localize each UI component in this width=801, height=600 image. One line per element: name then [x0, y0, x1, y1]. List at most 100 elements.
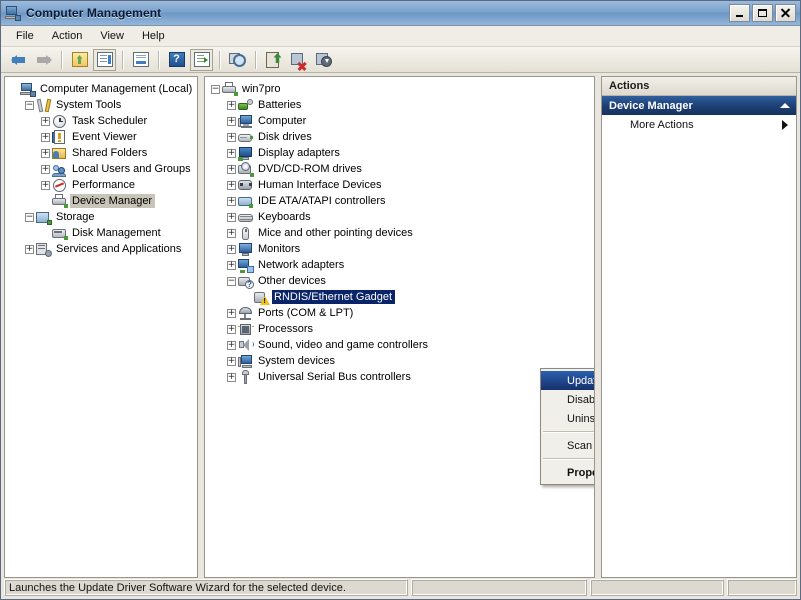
- console-tree-row[interactable]: Computer Management (Local): [5, 81, 197, 97]
- expand-icon[interactable]: +: [227, 196, 236, 206]
- device-tree-row[interactable]: RNDIS/Ethernet Gadget: [205, 289, 594, 305]
- console-tree-row[interactable]: + Local Users and Groups: [5, 161, 197, 177]
- title-bar[interactable]: Computer Management: [1, 1, 800, 26]
- context-menu-item[interactable]: Update Driver Software...: [541, 371, 594, 390]
- toolbar-separator-3: [158, 50, 159, 69]
- expand-icon[interactable]: +: [227, 372, 236, 382]
- device-tree-item-label: Human Interface Devices: [258, 179, 382, 191]
- device-tree-row[interactable]: + Human Interface Devices: [205, 177, 594, 193]
- console-tree-row[interactable]: + Event Viewer: [5, 129, 197, 145]
- context-menu-item[interactable]: Disable: [541, 390, 594, 409]
- expand-icon[interactable]: +: [227, 260, 236, 270]
- expand-icon[interactable]: +: [41, 132, 50, 142]
- expand-icon[interactable]: +: [227, 148, 236, 158]
- device-tree-row[interactable]: −? Other devices: [205, 273, 594, 289]
- device-tree-row[interactable]: + Ports (COM & LPT): [205, 305, 594, 321]
- expand-icon[interactable]: +: [41, 180, 50, 190]
- expand-icon[interactable]: +: [227, 324, 236, 334]
- device-tree-item-label: Keyboards: [258, 211, 311, 223]
- show-hide-console-tree-icon[interactable]: [93, 48, 116, 71]
- collapse-icon[interactable]: −: [25, 100, 34, 110]
- menu-bar: File Action View Help: [1, 26, 800, 47]
- console-tree-row[interactable]: + Task Scheduler: [5, 113, 197, 129]
- update-driver-software-icon[interactable]: [262, 49, 285, 71]
- device-tree-row[interactable]: + Network adapters: [205, 257, 594, 273]
- device-tree-row[interactable]: + System devices: [205, 353, 594, 369]
- menu-item-view[interactable]: View: [91, 28, 133, 44]
- device-tree-row[interactable]: + Sound, video and game controllers: [205, 337, 594, 353]
- actions-section-device-manager[interactable]: Device Manager: [602, 96, 796, 115]
- mice-icon: [238, 226, 254, 241]
- expand-icon[interactable]: +: [227, 244, 236, 254]
- context-menu-item[interactable]: Uninstall: [541, 409, 594, 428]
- console-tree-row[interactable]: Device Manager: [5, 193, 197, 209]
- device-tree-row[interactable]: + DVD/CD-ROM drives: [205, 161, 594, 177]
- disable-device-icon[interactable]: [287, 49, 310, 71]
- monitors-icon: [238, 242, 254, 257]
- expand-icon[interactable]: +: [227, 100, 236, 110]
- device-tree-item-label: Display adapters: [258, 147, 340, 159]
- expand-icon[interactable]: +: [227, 180, 236, 190]
- expand-icon[interactable]: +: [227, 116, 236, 126]
- expand-icon[interactable]: +: [227, 132, 236, 142]
- console-tree-pane[interactable]: Computer Management (Local) − System Tools…: [4, 76, 198, 578]
- forward-arrow-icon[interactable]: [32, 49, 55, 71]
- expand-icon[interactable]: +: [41, 164, 50, 174]
- maximize-button[interactable]: [752, 4, 773, 22]
- device-tree-row[interactable]: + Display adapters: [205, 145, 594, 161]
- menu-item-action[interactable]: Action: [43, 28, 92, 44]
- up-one-level-icon[interactable]: [68, 49, 91, 71]
- expand-icon[interactable]: +: [227, 212, 236, 222]
- ide-controllers-icon: [238, 194, 254, 209]
- expand-icon[interactable]: +: [227, 308, 236, 318]
- context-menu-item[interactable]: Scan for hardware changes: [541, 436, 594, 455]
- context-menu-item[interactable]: Properties: [541, 463, 594, 482]
- expand-icon[interactable]: +: [25, 244, 34, 254]
- console-tree-row[interactable]: − System Tools: [5, 97, 197, 113]
- window-title: Computer Management: [26, 6, 162, 20]
- console-tree-row[interactable]: − Storage: [5, 209, 197, 225]
- menu-item-file[interactable]: File: [7, 28, 43, 44]
- device-tree-row[interactable]: + Monitors: [205, 241, 594, 257]
- collapse-icon[interactable]: −: [227, 276, 236, 286]
- minimize-button[interactable]: [729, 4, 750, 22]
- device-tree-row[interactable]: + Keyboards: [205, 209, 594, 225]
- expand-icon[interactable]: +: [41, 116, 50, 126]
- console-tree: Computer Management (Local) − System Tools…: [5, 77, 197, 257]
- device-tree-row[interactable]: + Universal Serial Bus controllers: [205, 369, 594, 385]
- back-arrow-icon[interactable]: [7, 49, 30, 71]
- menu-item-help[interactable]: Help: [133, 28, 174, 44]
- toolbar-separator-4: [219, 50, 220, 69]
- computer-icon: [238, 114, 254, 129]
- console-tree-row[interactable]: + Shared Folders: [5, 145, 197, 161]
- show-hide-action-pane-icon[interactable]: [190, 48, 213, 71]
- network-adapters-icon: [238, 258, 254, 273]
- action-item-more-actions[interactable]: More Actions: [602, 115, 796, 135]
- expand-icon[interactable]: +: [227, 228, 236, 238]
- properties-icon[interactable]: [129, 49, 152, 71]
- device-tree-row[interactable]: + Mice and other pointing devices: [205, 225, 594, 241]
- collapse-icon[interactable]: −: [25, 212, 34, 222]
- device-tree-row[interactable]: − win7pro: [205, 81, 594, 97]
- device-tree-row[interactable]: + Disk drives: [205, 129, 594, 145]
- console-tree-row[interactable]: + Services and Applications: [5, 241, 197, 257]
- device-tree-row[interactable]: + Computer: [205, 113, 594, 129]
- device-tree-row[interactable]: + Processors: [205, 321, 594, 337]
- console-tree-row[interactable]: + Performance: [5, 177, 197, 193]
- device-context-menu[interactable]: Update Driver Software...DisableUninstal…: [540, 368, 594, 485]
- console-tree-row[interactable]: Disk Management: [5, 225, 197, 241]
- collapse-icon[interactable]: −: [211, 84, 220, 94]
- close-button[interactable]: [775, 4, 796, 22]
- uninstall-device-icon[interactable]: [312, 49, 335, 71]
- shared-folders-icon: [52, 146, 68, 161]
- device-tree-row[interactable]: + Batteries: [205, 97, 594, 113]
- device-tree-row[interactable]: + IDE ATA/ATAPI controllers: [205, 193, 594, 209]
- help-icon[interactable]: ?: [165, 49, 188, 71]
- device-tree-pane[interactable]: − win7pro + Batteries + Computer + Disk drives +…: [204, 76, 595, 578]
- expand-icon[interactable]: +: [41, 148, 50, 158]
- chevron-up-icon[interactable]: [780, 103, 790, 108]
- scan-for-hardware-changes-icon[interactable]: [226, 49, 249, 71]
- expand-icon[interactable]: +: [227, 356, 236, 366]
- expand-icon[interactable]: +: [227, 164, 236, 174]
- expand-icon[interactable]: +: [227, 340, 236, 350]
